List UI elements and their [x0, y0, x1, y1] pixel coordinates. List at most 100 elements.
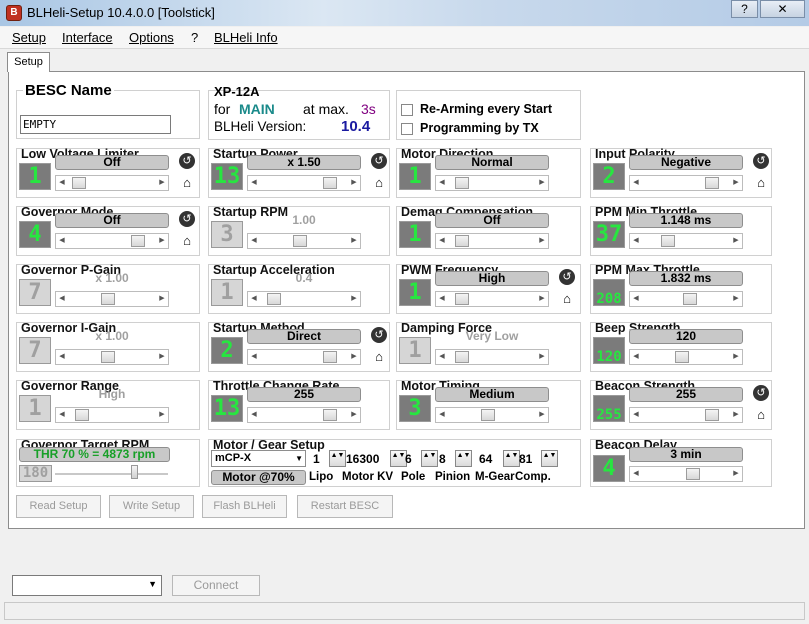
param-slider[interactable]: ◀ ▶ [629, 291, 743, 307]
governor-target-thumb[interactable] [131, 465, 138, 479]
slider-thumb[interactable] [455, 177, 469, 189]
gear-field-label: Lipo [309, 471, 334, 483]
param-slider[interactable]: ◀ ▶ [247, 349, 361, 365]
gear-field-stepper[interactable]: ▲▼ [455, 450, 472, 467]
rearm-label: Re-Arming every Start [420, 102, 552, 116]
param-group: Governor Range 1 High ◀ ▶ [16, 379, 200, 430]
slider-thumb[interactable] [455, 351, 469, 363]
connect-button[interactable]: Connect [172, 575, 260, 596]
beacon-delay-slider[interactable]: ◀ ▶ [629, 466, 743, 482]
menu-interface[interactable]: Interface [62, 30, 113, 45]
gear-field-stepper[interactable]: ▲▼ [329, 450, 346, 467]
read-setup-button[interactable]: Read Setup [16, 495, 101, 518]
param-group: Low Voltage Limiter 1 Off ◀ ▶ ↺ ⌂ [16, 147, 200, 198]
slider-thumb[interactable] [661, 235, 675, 247]
reset-icon[interactable]: ↺ [753, 153, 769, 169]
slider-thumb[interactable] [75, 409, 89, 421]
default-icon[interactable]: ⌂ [753, 175, 769, 191]
param-index: 37 [593, 221, 625, 248]
param-slider[interactable]: ◀ ▶ [435, 407, 549, 423]
flash-blheli-button[interactable]: Flash BLHeli [202, 495, 287, 518]
slider-thumb[interactable] [455, 235, 469, 247]
slider-right-icon: ▶ [539, 237, 545, 244]
reset-icon[interactable]: ↺ [179, 153, 195, 169]
slider-thumb[interactable] [455, 293, 469, 305]
param-slider[interactable]: ◀ ▶ [247, 407, 361, 423]
param-group: PPM Max Throttle 208 1.832 ms ◀ ▶ [590, 263, 772, 314]
default-icon[interactable]: ⌂ [371, 349, 387, 365]
slider-thumb[interactable] [686, 468, 700, 480]
default-icon[interactable]: ⌂ [179, 175, 195, 191]
slider-thumb[interactable] [267, 293, 281, 305]
slider-thumb[interactable] [705, 177, 719, 189]
besc-name-input[interactable]: EMPTY [20, 115, 171, 134]
reset-icon[interactable]: ↺ [179, 211, 195, 227]
menu-setup[interactable]: Setup [12, 30, 46, 45]
menu-options[interactable]: Options [129, 30, 174, 45]
param-slider[interactable]: ◀ ▶ [55, 349, 169, 365]
slider-thumb[interactable] [293, 235, 307, 247]
param-slider[interactable]: ◀ ▶ [629, 349, 743, 365]
param-slider[interactable]: ◀ ▶ [435, 291, 549, 307]
reset-icon[interactable]: ↺ [371, 327, 387, 343]
param-slider[interactable]: ◀ ▶ [247, 233, 361, 249]
reset-icon[interactable]: ↺ [559, 269, 575, 285]
param-group: Governor I-Gain 7 x 1.00 ◀ ▶ [16, 321, 200, 372]
menu-blheli-info[interactable]: BLHeli Info [214, 30, 278, 45]
slider-thumb[interactable] [101, 293, 115, 305]
default-icon[interactable]: ⌂ [179, 233, 195, 249]
tab-setup[interactable]: Setup [7, 52, 50, 72]
param-slider[interactable]: ◀ ▶ [55, 291, 169, 307]
param-slider[interactable]: ◀ ▶ [435, 233, 549, 249]
gear-field-stepper[interactable]: ▲▼ [421, 450, 438, 467]
write-setup-button[interactable]: Write Setup [109, 495, 194, 518]
default-icon[interactable]: ⌂ [753, 407, 769, 423]
param-slider[interactable]: ◀ ▶ [629, 175, 743, 191]
close-button[interactable]: ✕ [760, 0, 805, 18]
slider-thumb[interactable] [131, 235, 145, 247]
param-slider[interactable]: ◀ ▶ [247, 291, 361, 307]
help-button[interactable]: ? [731, 0, 758, 18]
slider-thumb[interactable] [101, 351, 115, 363]
restart-besc-button[interactable]: Restart BESC [297, 495, 393, 518]
param-value: x 1.00 [95, 271, 129, 285]
param-index: 120 [593, 337, 625, 364]
param-slider[interactable]: ◀ ▶ [55, 233, 169, 249]
slider-thumb[interactable] [323, 177, 337, 189]
param-index: 2 [211, 337, 243, 364]
slider-thumb[interactable] [683, 293, 697, 305]
param-slider[interactable]: ◀ ▶ [629, 407, 743, 423]
port-select[interactable]: ▼ [12, 575, 162, 596]
slider-thumb[interactable] [323, 409, 337, 421]
slider-left-icon: ◀ [633, 295, 639, 302]
gear-field-stepper[interactable]: ▲▼ [541, 450, 558, 467]
slider-right-icon: ▶ [539, 353, 545, 360]
reset-icon[interactable]: ↺ [753, 385, 769, 401]
gear-field-stepper[interactable]: ▲▼ [503, 450, 520, 467]
model-select[interactable]: mCP-X ▼ [211, 450, 306, 467]
slider-left-icon: ◀ [59, 237, 65, 244]
param-slider[interactable]: ◀ ▶ [629, 233, 743, 249]
slider-thumb[interactable] [481, 409, 495, 421]
param-value: Direct [247, 329, 361, 344]
param-slider[interactable]: ◀ ▶ [55, 175, 169, 191]
esc-atmax-label: at max. [303, 101, 349, 117]
slider-thumb[interactable] [72, 177, 86, 189]
param-slider[interactable]: ◀ ▶ [247, 175, 361, 191]
menu-help[interactable]: ? [191, 30, 198, 45]
param-value: Off [55, 213, 169, 228]
esc-model: XP-12A [214, 84, 260, 99]
default-icon[interactable]: ⌂ [559, 291, 575, 307]
slider-thumb[interactable] [705, 409, 719, 421]
rearm-checkbox[interactable] [401, 104, 413, 116]
default-icon[interactable]: ⌂ [371, 175, 387, 191]
param-slider[interactable]: ◀ ▶ [435, 349, 549, 365]
slider-right-icon: ▶ [351, 179, 357, 186]
param-slider[interactable]: ◀ ▶ [435, 175, 549, 191]
slider-thumb[interactable] [323, 351, 337, 363]
slider-left-icon: ◀ [59, 295, 65, 302]
slider-thumb[interactable] [675, 351, 689, 363]
reset-icon[interactable]: ↺ [371, 153, 387, 169]
programming-tx-checkbox[interactable] [401, 123, 413, 135]
param-slider[interactable]: ◀ ▶ [55, 407, 169, 423]
